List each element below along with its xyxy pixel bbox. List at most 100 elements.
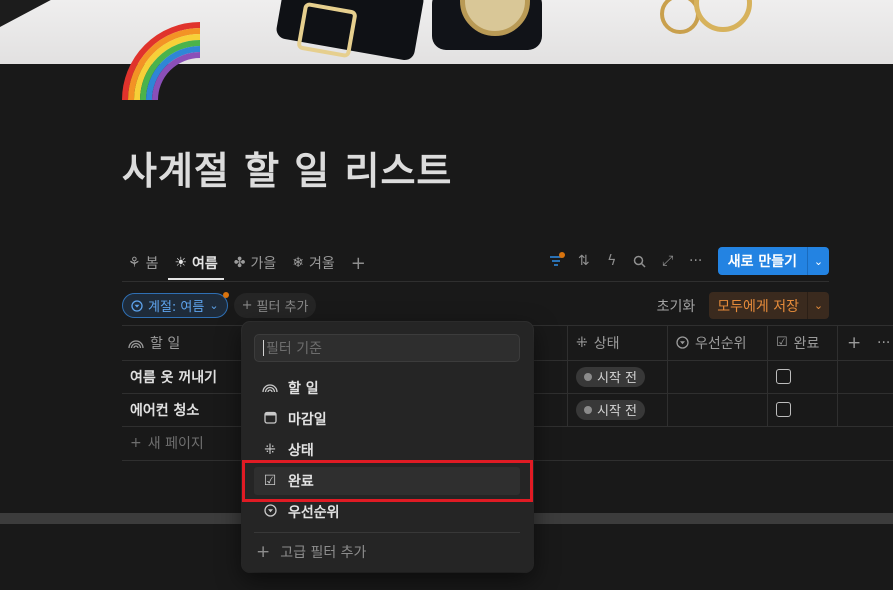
divider <box>122 281 829 282</box>
search-icon[interactable] <box>626 247 654 275</box>
rainbow-title-icon <box>128 339 144 348</box>
column-header-priority[interactable]: 우선순위 <box>676 325 747 360</box>
column-label: 상태 <box>593 335 620 352</box>
menu-item-label: 마감일 <box>288 412 327 428</box>
status-label: 시작 전 <box>597 371 638 386</box>
highlight-annotation-box <box>242 460 533 502</box>
table-row-done[interactable] <box>776 393 791 426</box>
tab-label: 겨울 <box>309 256 335 272</box>
database-toolbar: ⇅ ϟ ⤢ ··· 새로 만들기 ⌄ <box>542 247 829 275</box>
menu-item-label: 할 일 <box>288 381 319 397</box>
filter-property-menu: 필터 기준 할 일 마감일 ⁜ 상태 ☑ 완료 우선순위 + 고급 필터 추가 <box>242 322 533 572</box>
column-label: 우선순위 <box>695 335 747 352</box>
filter-bar: 계절: 여름 ⌄ + 필터 추가 <box>122 292 317 318</box>
add-filter-button[interactable]: + 필터 추가 <box>233 293 317 318</box>
menu-item-due-date[interactable]: 마감일 <box>254 405 520 433</box>
calendar-icon <box>262 411 278 428</box>
menu-item-priority[interactable]: 우선순위 <box>254 498 520 526</box>
expand-icon[interactable]: ⤢ <box>654 247 682 275</box>
plus-icon: + <box>130 435 142 451</box>
divider <box>254 532 520 533</box>
menu-item-label: 상태 <box>288 443 314 459</box>
status-label: 시작 전 <box>597 404 638 419</box>
checkbox-icon: ☑ <box>776 335 788 350</box>
automation-bolt-icon[interactable]: ϟ <box>598 247 626 275</box>
menu-item-label: 우선순위 <box>288 505 340 521</box>
column-divider <box>837 325 838 426</box>
status-loader-icon: ⁜ <box>576 334 588 351</box>
tab-label: 봄 <box>145 256 159 272</box>
add-column-icon[interactable]: + <box>847 325 861 360</box>
advanced-filter-label: 고급 필터 추가 <box>280 545 367 561</box>
rainbow-title-icon <box>262 380 278 396</box>
cover-strap <box>0 0 93 30</box>
status-dot <box>584 405 592 414</box>
more-icon[interactable]: ··· <box>877 325 890 360</box>
reset-button[interactable]: 초기화 <box>651 296 702 316</box>
column-divider <box>767 325 768 426</box>
tab-autumn[interactable]: ✤ 가을 <box>228 248 283 278</box>
filter-active-dot <box>558 252 565 258</box>
new-button-group: 새로 만들기 ⌄ <box>717 247 829 275</box>
snowflake-icon: ❄ <box>292 255 305 271</box>
table-row-name[interactable]: 여름 옷 꺼내기 <box>130 360 217 393</box>
table-row-status[interactable]: 시작 전 <box>576 393 646 426</box>
clover-icon: ✤ <box>233 255 246 271</box>
chevron-down-icon: ⌄ <box>209 299 219 312</box>
new-button[interactable]: 새로 만들기 <box>717 247 807 275</box>
table-row-status[interactable]: 시작 전 <box>576 360 646 393</box>
tab-summer[interactable]: ☀ 여름 <box>168 246 224 280</box>
tab-label: 여름 <box>192 256 218 272</box>
column-divider <box>667 325 668 426</box>
tab-winter[interactable]: ❄ 겨울 <box>286 248 341 278</box>
season-filter-chip[interactable]: 계절: 여름 ⌄ <box>122 292 229 318</box>
done-checkbox[interactable] <box>776 369 791 384</box>
column-header-status[interactable]: ⁜ 상태 <box>576 325 620 360</box>
select-icon <box>676 336 689 349</box>
tab-spring[interactable]: ⚘ 봄 <box>122 248 164 278</box>
filter-search-input[interactable]: 필터 기준 <box>254 334 520 362</box>
status-badge: 시작 전 <box>576 366 646 387</box>
done-checkbox[interactable] <box>776 402 791 417</box>
save-view-row: 초기화 모두에게 저장 ⌄ <box>651 292 829 319</box>
plus-icon: + <box>241 298 253 313</box>
column-header-todo[interactable]: 할 일 <box>128 325 180 360</box>
status-badge: 시작 전 <box>576 399 646 420</box>
sort-icon[interactable]: ⇅ <box>570 247 598 275</box>
tab-label: 가을 <box>250 256 277 272</box>
add-view-icon[interactable]: + <box>345 253 372 274</box>
input-placeholder: 필터 기준 <box>266 341 322 357</box>
menu-item-todo[interactable]: 할 일 <box>254 374 520 402</box>
filter-chip-label: 계절: 여름 <box>148 300 205 315</box>
status-loader-icon: ⁜ <box>264 442 276 458</box>
status-dot <box>584 372 592 381</box>
filter-icon[interactable] <box>542 247 570 275</box>
sun-icon: ☀ <box>174 255 188 271</box>
add-filter-label: 필터 추가 <box>256 300 309 315</box>
view-tabs: ⚘ 봄 ☀ 여름 ✤ 가을 ❄ 겨울 + <box>122 246 372 280</box>
add-advanced-filter-button[interactable]: + 고급 필터 추가 <box>256 538 366 566</box>
chevron-down-icon[interactable]: ⌄ <box>807 292 829 319</box>
sprout-icon: ⚘ <box>128 255 141 271</box>
new-page-label: 새 페이지 <box>147 436 204 452</box>
plus-icon: + <box>256 542 271 562</box>
new-page-button[interactable]: + 새 페이지 <box>130 433 204 453</box>
save-for-everyone-group: 모두에게 저장 ⌄ <box>709 292 829 319</box>
chevron-down-icon[interactable]: ⌄ <box>807 247 829 275</box>
more-icon[interactable]: ··· <box>682 247 710 275</box>
rainbow-icon[interactable] <box>122 22 200 100</box>
column-header-done[interactable]: ☑ 완료 <box>776 325 819 360</box>
table-row-done[interactable] <box>776 360 791 393</box>
column-label: 할 일 <box>150 335 181 352</box>
save-for-everyone-button[interactable]: 모두에게 저장 <box>709 292 807 319</box>
select-icon <box>131 299 143 312</box>
cover-ring <box>694 0 752 32</box>
column-label: 완료 <box>793 335 820 352</box>
select-icon <box>262 503 278 521</box>
page-title[interactable]: 사계절 할 일 리스트 <box>122 140 452 195</box>
text-caret <box>263 340 264 356</box>
filter-active-dot <box>222 292 229 298</box>
cover-buckle <box>296 1 358 59</box>
column-divider <box>567 325 568 426</box>
table-row-name[interactable]: 에어컨 청소 <box>130 393 199 426</box>
